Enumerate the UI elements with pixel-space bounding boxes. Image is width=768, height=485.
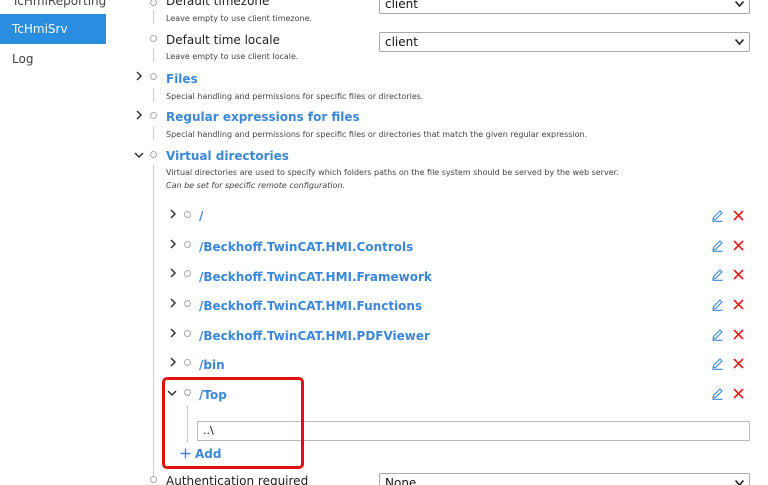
chevron-right-icon[interactable] [133,71,145,83]
node-circle-icon [184,330,191,337]
chevron-right-icon[interactable] [167,268,179,280]
default-time-locale-title: Default time locale [166,33,280,47]
node-circle-icon [150,476,157,483]
pencil-icon[interactable] [711,328,724,341]
virtual-directory-entry[interactable]: / [199,209,203,223]
pencil-icon[interactable] [711,298,724,311]
pencil-icon[interactable] [711,209,724,222]
tree-line [153,88,154,102]
node-circle-icon [184,270,191,277]
sidebar: TcHmiReporting TcHmiSrv Log [0,0,110,485]
default-time-locale-value: client [385,35,418,49]
pencil-icon[interactable] [711,387,724,400]
close-icon[interactable] [733,269,744,280]
node-circle-icon [150,112,157,119]
chevron-right-icon[interactable] [167,357,179,369]
chevron-down-icon[interactable] [133,150,145,162]
close-icon[interactable] [733,240,744,251]
node-circle-icon [150,151,157,158]
files-title[interactable]: Files [166,72,198,86]
chevron-down-icon [735,39,744,45]
tree-line [153,10,154,24]
node-circle-icon [150,73,157,80]
node-circle-icon [184,211,191,218]
close-icon[interactable] [733,210,744,221]
virtual-directory-entry[interactable]: /bin [199,358,225,372]
default-timezone-select[interactable]: client [379,0,750,14]
pencil-icon[interactable] [711,239,724,252]
virtual-directories-desc: Virtual directories are used to specify … [166,168,619,177]
sidebar-item-log[interactable]: Log [0,44,106,74]
default-timezone-value: client [385,0,418,11]
default-time-locale-desc: Leave empty to use client locale. [166,52,299,61]
pencil-icon[interactable] [711,357,724,370]
default-time-locale-select[interactable]: client [379,32,750,52]
node-circle-icon [150,35,157,42]
highlight-box [162,377,304,469]
chevron-right-icon[interactable] [167,328,179,340]
sidebar-item-tchmisrv[interactable]: TcHmiSrv [0,14,106,44]
tree-line [153,126,154,140]
close-icon[interactable] [733,388,744,399]
node-circle-icon [150,0,157,6]
node-circle-icon [184,359,191,366]
node-circle-icon [184,300,191,307]
close-icon[interactable] [733,299,744,310]
close-icon[interactable] [733,329,744,340]
chevron-down-icon [735,480,744,485]
pencil-icon[interactable] [711,268,724,281]
close-icon[interactable] [733,358,744,369]
chevron-down-icon [735,1,744,7]
tree-line [153,165,154,475]
authentication-required-select[interactable]: None [379,473,750,485]
virtual-directory-entry[interactable]: /Beckhoff.TwinCAT.HMI.Functions [199,299,422,313]
authentication-required-value: None [385,476,417,485]
authentication-required-title: Authentication required [166,474,309,485]
node-circle-icon [184,241,191,248]
chevron-right-icon[interactable] [167,239,179,251]
default-timezone-desc: Leave empty to use client timezone. [166,14,313,23]
default-timezone-title: Default timezone [166,0,270,8]
chevron-right-icon[interactable] [133,110,145,122]
virtual-directory-entry[interactable]: /Beckhoff.TwinCAT.HMI.Controls [199,240,413,254]
chevron-right-icon[interactable] [167,209,179,221]
virtual-directory-entry[interactable]: /Beckhoff.TwinCAT.HMI.Framework [199,270,432,284]
settings-panel: Default timezone Leave empty to use clie… [130,0,768,485]
tree-line [153,48,154,62]
regex-desc: Special handling and permissions for spe… [166,130,588,139]
regex-title[interactable]: Regular expressions for files [166,110,360,124]
virtual-directories-note: Can be set for specific remote configura… [166,181,346,190]
files-desc: Special handling and permissions for spe… [166,92,424,101]
virtual-directories-title[interactable]: Virtual directories [166,149,289,163]
chevron-right-icon[interactable] [167,298,179,310]
virtual-directory-entry[interactable]: /Beckhoff.TwinCAT.HMI.PDFViewer [199,329,430,343]
